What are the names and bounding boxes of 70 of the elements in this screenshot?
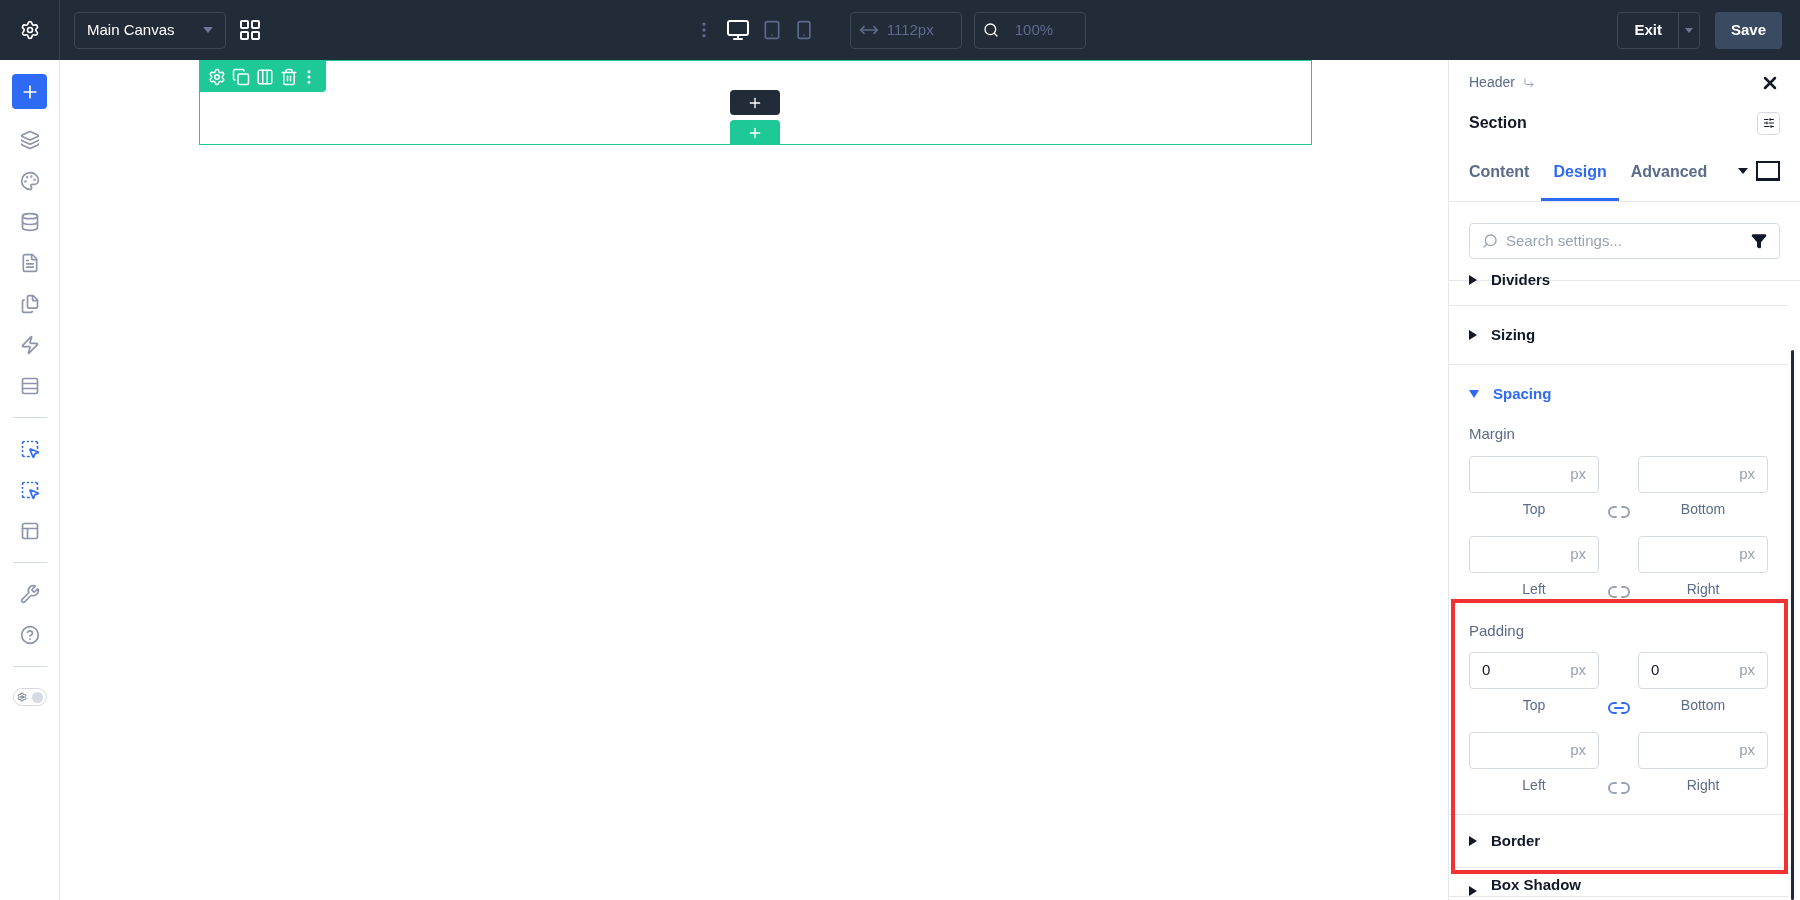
panel-tab[interactable]: Content bbox=[1469, 145, 1542, 201]
search-icon bbox=[1482, 233, 1498, 249]
unit-label: px bbox=[1739, 660, 1755, 681]
desktop-view-icon[interactable] bbox=[725, 18, 750, 42]
panel-title: Section bbox=[1469, 113, 1527, 133]
number-field[interactable]: 0 px bbox=[1469, 652, 1599, 689]
pointer-icon[interactable] bbox=[19, 439, 40, 459]
columns-icon[interactable] bbox=[256, 67, 274, 86]
search-input[interactable]: Search settings... bbox=[1506, 229, 1743, 253]
caret-icon bbox=[1684, 27, 1693, 33]
options-button[interactable] bbox=[1757, 111, 1780, 135]
unit-label: px bbox=[1570, 463, 1586, 484]
panel-tab[interactable]: Advanced bbox=[1618, 145, 1720, 201]
lightning-icon[interactable] bbox=[19, 335, 40, 355]
collapsed-arrow-icon bbox=[1469, 275, 1477, 285]
desktop-preview-icon[interactable] bbox=[1756, 161, 1780, 181]
field-label: Bottom bbox=[1680, 499, 1726, 519]
group-header[interactable]: Border bbox=[1449, 815, 1561, 867]
help-icon[interactable] bbox=[19, 625, 40, 645]
filter-icon[interactable] bbox=[1751, 233, 1767, 249]
layout-preview-icon[interactable] bbox=[19, 521, 40, 541]
duplicate-icon[interactable] bbox=[232, 67, 250, 86]
search-field[interactable]: Search settings... bbox=[1469, 223, 1780, 259]
unit-label: px bbox=[1570, 543, 1586, 564]
gear-icon bbox=[16, 692, 27, 702]
group-header[interactable]: Box Shadow bbox=[1449, 868, 1601, 896]
pages-icon[interactable] bbox=[19, 294, 40, 314]
number-field[interactable]: 0 px bbox=[1638, 652, 1768, 689]
unit-label: px bbox=[1739, 543, 1755, 564]
collapsed-arrow-icon bbox=[1469, 836, 1477, 846]
field-label: Left bbox=[1522, 776, 1546, 795]
settings-icon[interactable] bbox=[19, 20, 40, 40]
unit-label: px bbox=[1739, 740, 1755, 761]
group-header[interactable]: Spacing bbox=[1449, 365, 1572, 423]
unit-label: px bbox=[1570, 740, 1586, 761]
zoom-field[interactable]: 100% bbox=[973, 11, 1086, 49]
subsection-label: Padding bbox=[1469, 620, 1526, 641]
canvas-select[interactable]: Main Canvas bbox=[74, 11, 226, 49]
expanded-arrow-icon bbox=[1469, 390, 1479, 398]
subsection-label: Margin bbox=[1469, 424, 1516, 444]
unit-label: px bbox=[1739, 463, 1755, 484]
collapsed-arrow-icon bbox=[1469, 886, 1477, 896]
add-section-button[interactable] bbox=[730, 120, 780, 145]
pointer-icon[interactable] bbox=[19, 480, 40, 500]
tools-icon[interactable] bbox=[19, 584, 40, 604]
save-button[interactable]: Save bbox=[1714, 11, 1782, 49]
field-label: Top bbox=[1522, 696, 1546, 715]
caret-icon bbox=[203, 27, 213, 33]
grid-icon[interactable] bbox=[238, 18, 262, 42]
rows-icon[interactable] bbox=[19, 376, 40, 396]
layers-icon[interactable] bbox=[19, 130, 40, 150]
sliders-icon bbox=[1762, 117, 1775, 129]
add-row-button[interactable] bbox=[730, 90, 780, 115]
unit-label: px bbox=[1570, 660, 1586, 681]
database-icon[interactable] bbox=[19, 212, 40, 232]
search-icon bbox=[982, 22, 999, 38]
field-label: Top bbox=[1522, 499, 1546, 519]
field-label: Left bbox=[1522, 579, 1546, 599]
field-label: Bottom bbox=[1680, 696, 1726, 715]
add-button[interactable] bbox=[12, 74, 47, 109]
collapsed-arrow-icon bbox=[1469, 330, 1477, 340]
group-header[interactable]: Sizing bbox=[1449, 306, 1556, 364]
panel-tab[interactable]: Design bbox=[1541, 145, 1619, 201]
return-arrow-icon bbox=[1522, 76, 1535, 89]
breadcrumb-link[interactable]: Header bbox=[1469, 72, 1515, 93]
field-label: Right bbox=[1686, 776, 1720, 795]
dropdown-caret-icon[interactable] bbox=[1738, 168, 1748, 174]
palette-icon[interactable] bbox=[19, 171, 40, 191]
delete-icon[interactable] bbox=[280, 67, 298, 86]
field-label: Right bbox=[1686, 579, 1720, 599]
